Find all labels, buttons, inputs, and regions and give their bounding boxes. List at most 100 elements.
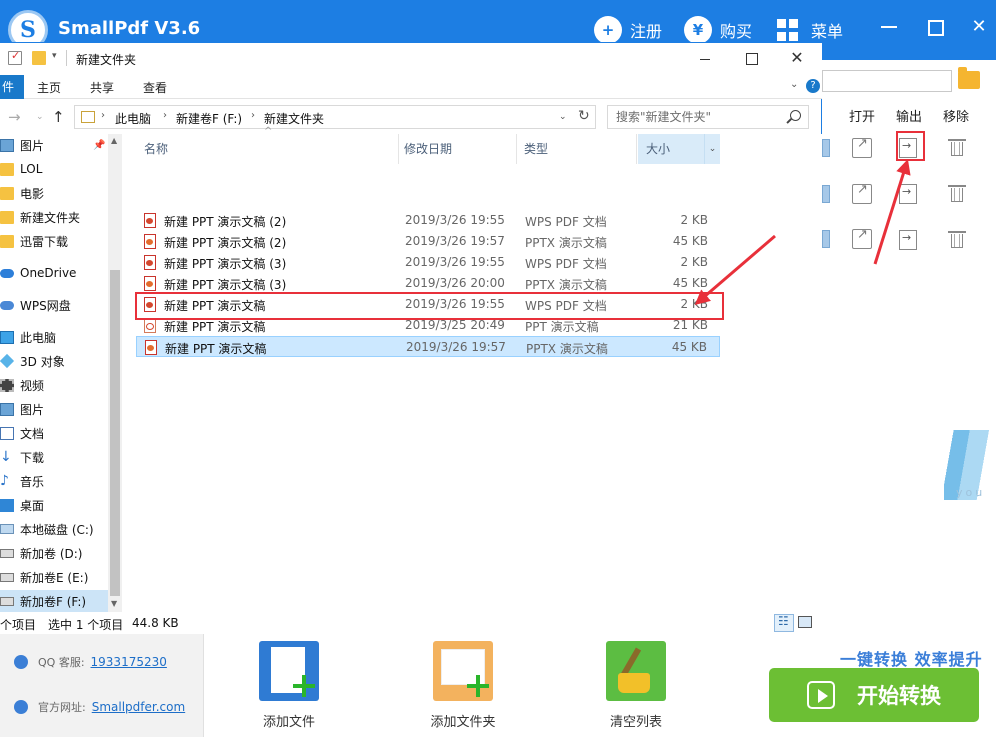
nav-item-label: WPS网盘	[20, 298, 71, 313]
column-header-type[interactable]: 类型	[516, 134, 636, 164]
slogan-text: 一键转换 效率提升	[840, 650, 983, 669]
nav-item-wps-cloud[interactable]: WPS网盘	[0, 294, 108, 316]
nav-item-videos[interactable]: 视频	[0, 374, 108, 396]
app-maximize-button[interactable]	[920, 12, 950, 42]
nav-item-label: 文档	[20, 426, 45, 441]
tab-home[interactable]: 主页	[37, 79, 61, 96]
nav-item-movies[interactable]: 电影	[0, 182, 108, 204]
nav-item-new-folder[interactable]: 新建文件夹	[0, 206, 108, 228]
nav-item-label: 图片	[20, 138, 45, 153]
trash-icon[interactable]	[948, 183, 966, 203]
nav-item-3d-objects[interactable]: 3D 对象	[0, 350, 108, 372]
tab-share[interactable]: 共享	[90, 79, 114, 96]
nav-item-onedrive[interactable]: OneDrive	[0, 262, 108, 284]
breadcrumb-item[interactable]: 新建卷F (F:)	[176, 110, 242, 127]
file-date: 2019/3/26 19:55	[405, 255, 505, 269]
nav-item-music[interactable]: ♪ 音乐	[0, 470, 108, 492]
export-file-icon[interactable]	[899, 230, 917, 250]
file-type: PPTX 演示文稿	[526, 342, 608, 356]
nav-item-desktop[interactable]: 桌面	[0, 494, 108, 516]
website-link[interactable]: Smallpdfer.com	[92, 700, 185, 714]
file-explorer-window: ▾ 新建文件夹 ✕ 件 主页 共享 查看 ⌄ ? → ⌄ ↑ › 此电脑 › 新…	[0, 42, 822, 634]
cloud-icon	[0, 268, 14, 278]
explorer-maximize-button[interactable]	[728, 43, 774, 75]
tab-view[interactable]: 查看	[143, 79, 167, 96]
trash-icon[interactable]	[948, 229, 966, 249]
pdf-file-icon	[144, 255, 156, 270]
open-file-icon[interactable]	[852, 227, 872, 249]
explorer-close-button[interactable]: ✕	[774, 43, 820, 75]
qq-contact: QQ 客服: 1933175230	[14, 654, 167, 670]
folder-icon	[0, 234, 14, 248]
trash-icon[interactable]	[948, 137, 966, 157]
tab-file[interactable]: 件	[0, 75, 24, 99]
up-arrow-icon[interactable]: ↑	[52, 108, 65, 126]
address-bar[interactable]: › 此电脑 › 新建卷F (F:) › 新建文件夹 ⌄ ↻	[74, 105, 596, 129]
app-minimize-button[interactable]	[874, 12, 904, 42]
back-arrow-icon[interactable]: →	[8, 108, 21, 126]
file-row[interactable]: 新建 PPT 演示文稿 2019/3/26 19:57 PPTX 演示文稿 45 KB	[136, 336, 720, 357]
nav-item-drive-c[interactable]: 本地磁盘 (C:)	[0, 518, 108, 540]
clear-list-button[interactable]: 清空列表	[596, 641, 676, 730]
file-row[interactable]: 新建 PPT 演示文稿 (3) 2019/3/26 20:00 PPTX 演示文稿 4…	[136, 273, 720, 294]
app-close-button[interactable]: ✕	[964, 12, 994, 42]
file-row[interactable]: 新建 PPT 演示文稿 (3) 2019/3/26 19:55 WPS PDF 文档…	[136, 252, 720, 273]
scroll-down-icon[interactable]: ▼	[111, 599, 117, 608]
explorer-minimize-button[interactable]	[682, 43, 728, 75]
nav-item-downloads[interactable]: ↓ 下载	[0, 446, 108, 468]
file-thumbnail	[822, 230, 830, 248]
nav-item-lol[interactable]: LOL	[0, 158, 108, 180]
user-add-icon: +	[594, 16, 622, 44]
file-name: 新建 PPT 演示文稿	[165, 342, 267, 356]
search-icon[interactable]	[790, 110, 801, 121]
search-box[interactable]	[607, 105, 809, 129]
folder-icon	[0, 210, 14, 224]
chevron-down-icon[interactable]: ▾	[52, 51, 66, 65]
nav-item-this-pc[interactable]: 此电脑	[0, 326, 108, 348]
properties-icon[interactable]	[8, 49, 22, 65]
scrollbar-thumb[interactable]	[110, 270, 120, 596]
breadcrumb-item[interactable]: 新建文件夹	[264, 110, 324, 127]
nav-item-label: 桌面	[20, 498, 45, 513]
new-folder-icon[interactable]	[32, 51, 46, 65]
scroll-up-icon[interactable]: ▲	[111, 136, 117, 145]
nav-item-label: 新加卷F (F:)	[20, 594, 87, 609]
address-dropdown-icon[interactable]: ⌄	[559, 112, 567, 122]
output-path-field[interactable]	[822, 70, 952, 92]
chevron-down-icon[interactable]: ⌄	[704, 134, 720, 164]
export-file-icon[interactable]	[899, 184, 917, 204]
toolbar-divider	[66, 50, 67, 66]
nav-item-drive-d[interactable]: 新加卷 (D:)	[0, 542, 108, 564]
app-title: SmallPdf V3.6	[58, 18, 201, 39]
add-file-button[interactable]: 添加文件	[249, 641, 329, 730]
details-view-button[interactable]	[774, 614, 794, 632]
recent-chevron-icon[interactable]: ⌄	[36, 112, 44, 122]
open-file-icon[interactable]	[852, 136, 872, 158]
help-icon[interactable]: ?	[806, 79, 820, 93]
nav-item-drive-e[interactable]: 新加卷E (E:)	[0, 566, 108, 588]
nav-item-documents[interactable]: 文档	[0, 422, 108, 444]
nav-item-pictures[interactable]: 图片	[0, 398, 108, 420]
nav-item-pictures-quick[interactable]: 图片	[0, 134, 108, 156]
search-input[interactable]	[608, 106, 784, 128]
start-convert-button[interactable]: 开始转换	[769, 668, 979, 722]
column-header-name[interactable]: 名称	[122, 134, 398, 164]
breadcrumb-item[interactable]: 此电脑	[115, 110, 151, 127]
start-convert-label: 开始转换	[857, 684, 941, 708]
refresh-icon[interactable]: ↻	[578, 108, 590, 124]
large-icons-view-button[interactable]	[798, 616, 812, 628]
export-icon-highlight-box	[896, 131, 925, 161]
column-header-size[interactable]: 大小	[638, 134, 704, 164]
nav-scrollbar[interactable]: ▲ ▼	[108, 134, 122, 612]
column-divider[interactable]	[636, 134, 637, 164]
nav-item-thunder-downloads[interactable]: 迅雷下载	[0, 230, 108, 252]
nav-item-drive-f[interactable]: 新加卷F (F:)	[0, 590, 108, 612]
qq-link[interactable]: 1933175230	[91, 655, 167, 669]
file-row[interactable]: 新建 PPT 演示文稿 (2) 2019/3/26 19:57 PPTX 演示文稿 4…	[136, 231, 720, 252]
column-header-date[interactable]: 修改日期	[384, 134, 514, 164]
chevron-down-icon[interactable]: ⌄	[790, 79, 798, 90]
add-folder-button[interactable]: 添加文件夹	[423, 641, 503, 730]
browse-folder-icon[interactable]	[958, 67, 980, 89]
open-file-icon[interactable]	[852, 182, 872, 204]
file-row[interactable]: 新建 PPT 演示文稿 (2) 2019/3/26 19:55 WPS PDF 文档…	[136, 210, 720, 231]
